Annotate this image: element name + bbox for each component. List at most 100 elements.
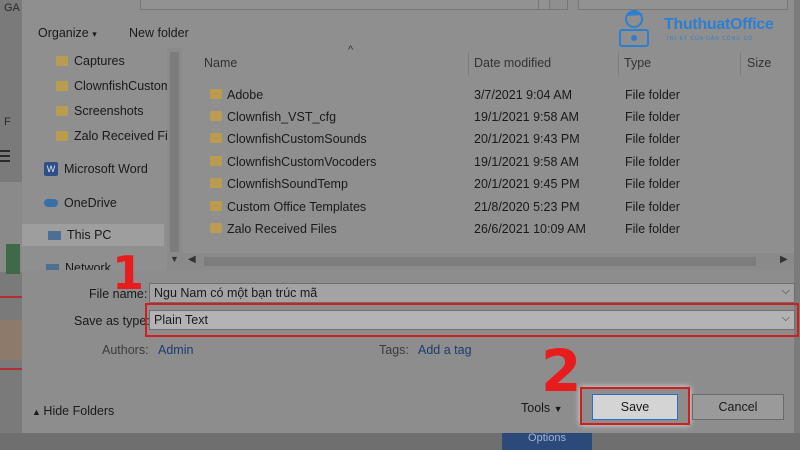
- background-app-label: GA: [4, 2, 20, 14]
- add-tag-link[interactable]: Add a tag: [418, 343, 472, 357]
- file-type: File folder: [625, 177, 680, 191]
- file-name: Adobe: [227, 88, 264, 102]
- authors-label: Authors:: [102, 343, 149, 357]
- folder-icon: [210, 89, 222, 99]
- step-number-1: 1: [112, 246, 145, 300]
- save-as-type-highlight: [145, 303, 799, 337]
- column-header-name[interactable]: Name: [204, 48, 237, 78]
- nav-scrollbar-thumb[interactable]: [170, 52, 179, 252]
- computer-icon: [48, 230, 61, 240]
- column-divider[interactable]: [618, 52, 619, 76]
- folder-icon: [210, 156, 222, 166]
- chevron-down-icon[interactable]: ▼: [170, 254, 179, 264]
- file-date: 26/6/2021 10:09 AM: [474, 222, 586, 236]
- table-row[interactable]: Adobe 3/7/2021 9:04 AM File folder: [202, 84, 792, 106]
- background-app-strip: GA F: [0, 0, 22, 450]
- table-row[interactable]: Zalo Received Files 26/6/2021 10:09 AM F…: [202, 218, 792, 240]
- file-type: File folder: [625, 222, 680, 236]
- address-bar[interactable]: [140, 0, 550, 10]
- organize-menu[interactable]: Organize ▾: [38, 26, 97, 40]
- background-red-line: [0, 368, 22, 370]
- brand-tagline: TRÍ KỸ CỦA DÂN CÔNG SỞ: [666, 36, 754, 42]
- table-row[interactable]: Custom Office Templates 21/8/2020 5:23 P…: [202, 196, 792, 218]
- cancel-button[interactable]: Cancel: [692, 394, 784, 420]
- column-divider[interactable]: [468, 52, 469, 76]
- refresh-button[interactable]: [538, 0, 568, 10]
- background-app-label: F: [4, 116, 11, 128]
- nav-item-onedrive[interactable]: OneDrive: [22, 192, 182, 214]
- save-button[interactable]: Save: [592, 394, 678, 420]
- nav-item-network[interactable]: Network: [22, 257, 182, 270]
- nav-item-label: ClownfishCustom: [74, 79, 172, 93]
- organize-label: Organize: [38, 26, 89, 40]
- file-name: Custom Office Templates: [227, 200, 367, 214]
- background-menu-icon: [0, 160, 10, 162]
- column-header-type[interactable]: Type: [624, 48, 651, 78]
- background-right-strip: [794, 0, 800, 450]
- table-row[interactable]: Clownfish_VST_cfg 19/1/2021 9:58 AM File…: [202, 106, 792, 128]
- chevron-left-icon[interactable]: ◀: [188, 254, 196, 265]
- file-name: Clownfish_VST_cfg: [227, 110, 337, 124]
- nav-item-this-pc[interactable]: This PC: [22, 224, 164, 246]
- column-header-date[interactable]: Date modified: [474, 48, 551, 78]
- file-date: 3/7/2021 9:04 AM: [474, 88, 572, 102]
- chevron-up-icon: ▲: [32, 407, 44, 417]
- background-red-line: [0, 296, 22, 298]
- mascot-icon: [619, 10, 649, 47]
- word-icon: W: [44, 162, 58, 176]
- nav-item-microsoft-word[interactable]: W Microsoft Word: [22, 158, 182, 180]
- file-type: File folder: [625, 88, 680, 102]
- hide-folders-toggle[interactable]: ▲ Hide Folders: [32, 404, 114, 418]
- background-bottom-strip: [0, 433, 800, 450]
- chevron-right-icon[interactable]: ▶: [780, 254, 788, 265]
- nav-item-label: Microsoft Word: [64, 162, 148, 176]
- folder-icon: [56, 81, 68, 91]
- table-row[interactable]: ClownfishSoundTemp 20/1/2021 9:45 PM Fil…: [202, 173, 792, 195]
- save-as-dialog: Organize ▾ New folder Captures Clownfish…: [22, 0, 799, 433]
- file-date: 19/1/2021 9:58 AM: [474, 110, 579, 124]
- sort-ascending-icon: ^: [348, 44, 354, 56]
- file-name: ClownfishCustomSounds: [227, 132, 367, 146]
- brand-name: ThuthuatOffice: [664, 16, 774, 33]
- save-as-type-label: Save as type:: [74, 314, 150, 328]
- nav-item-zalo-received[interactable]: Zalo Received Fi: [22, 125, 182, 147]
- folder-icon: [210, 201, 222, 211]
- nav-item-screenshots[interactable]: Screenshots: [22, 100, 182, 122]
- file-type: File folder: [625, 132, 680, 146]
- nav-scrollbar[interactable]: ▼: [167, 48, 182, 270]
- file-name-input[interactable]: Ngu Nam có một bạn trúc mã ⌵: [149, 283, 795, 303]
- folder-icon: [210, 178, 222, 188]
- file-name-value: Ngu Nam có một bạn trúc mã: [154, 286, 318, 300]
- column-header-size[interactable]: Size: [747, 48, 771, 78]
- nav-item-captures[interactable]: Captures: [22, 50, 182, 72]
- background-menu-icon: [0, 155, 10, 157]
- chevron-down-icon: ▼: [553, 404, 563, 414]
- nav-item-label: OneDrive: [64, 196, 117, 210]
- nav-item-label: Screenshots: [74, 104, 144, 118]
- chevron-down-icon[interactable]: ⌵: [782, 285, 790, 298]
- table-row[interactable]: ClownfishCustomSounds 20/1/2021 9:43 PM …: [202, 128, 792, 150]
- horizontal-scrollbar-thumb[interactable]: [204, 257, 756, 266]
- file-type: File folder: [625, 200, 680, 214]
- table-row[interactable]: ClownfishCustomVocoders 19/1/2021 9:58 A…: [202, 151, 792, 173]
- file-date: 20/1/2021 9:43 PM: [474, 132, 580, 146]
- file-date: 20/1/2021 9:45 PM: [474, 177, 580, 191]
- new-folder-button[interactable]: New folder: [129, 26, 189, 40]
- horizontal-scrollbar[interactable]: ◀ ▶: [182, 253, 794, 270]
- folder-icon: [210, 223, 222, 233]
- tags-label: Tags:: [379, 343, 409, 357]
- file-type: File folder: [625, 110, 680, 124]
- folder-icon: [56, 106, 68, 116]
- column-divider[interactable]: [740, 52, 741, 76]
- chevron-down-icon: ▾: [92, 29, 97, 39]
- file-list: ^ Name Date modified Type Size Adobe 3/7…: [182, 44, 794, 270]
- authors-value[interactable]: Admin: [158, 343, 193, 357]
- folder-icon: [56, 131, 68, 141]
- file-date: 21/8/2020 5:23 PM: [474, 200, 580, 214]
- nav-item-label: This PC: [67, 228, 112, 242]
- nav-item-clownfishcustom[interactable]: ClownfishCustom: [22, 75, 182, 97]
- file-date: 19/1/2021 9:58 AM: [474, 155, 579, 169]
- folder-icon: [210, 111, 222, 121]
- nav-item-label: Captures: [74, 54, 125, 68]
- navigation-pane: Captures ClownfishCustom Screenshots Zal…: [22, 48, 182, 270]
